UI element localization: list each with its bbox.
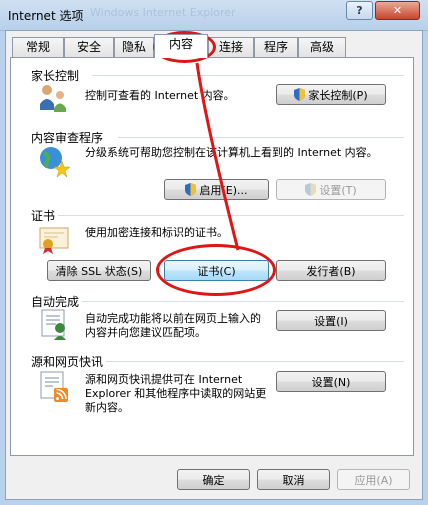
autocomplete-form-icon: [41, 309, 66, 340]
clear-ssl-state-button[interactable]: 清除 SSL 状态(S): [47, 260, 151, 281]
annotation-ellipse-certificates: [156, 244, 276, 296]
autocomplete-settings-button[interactable]: 设置(I): [276, 310, 386, 331]
parental-control-icon: [40, 85, 66, 112]
feeds-description: 源和网页快讯提供可在 Internet Explorer 和其他程序中读取的网站…: [85, 373, 267, 414]
certificates-separator: [58, 215, 404, 216]
advisor-description: 分级系统可帮助您控制在该计算机上看到的 Internet 内容。: [85, 146, 378, 159]
tab-security[interactable]: 安全: [64, 37, 114, 57]
uac-shield-icon: [185, 183, 197, 196]
parental-description: 控制可查看的 Internet 内容。: [85, 89, 235, 102]
feeds-rss-icon: [40, 371, 68, 402]
tab-privacy[interactable]: 隐私: [114, 37, 154, 57]
content-advisor-globe-icon: [40, 147, 70, 177]
ok-button[interactable]: 确定: [177, 469, 250, 490]
certificate-icon: [39, 227, 69, 254]
window-title: Internet 选项: [8, 9, 84, 23]
autocomplete-description: 自动完成功能将以前在网页上输入的内容并向您建议匹配项。: [85, 312, 261, 339]
help-button[interactable]: ?: [346, 1, 373, 20]
parental-control-button-label: 家长控制(P): [308, 88, 368, 102]
parental-separator: [92, 75, 404, 76]
title-bar: Internet 选项 Windows Internet Explorer ? …: [0, 0, 428, 31]
advisor-settings-button-label: 设置(T): [319, 183, 357, 197]
tab-advanced[interactable]: 高级: [298, 37, 346, 57]
tab-programs[interactable]: 程序: [254, 37, 298, 57]
advisor-separator: [118, 137, 404, 138]
publishers-button[interactable]: 发行者(B): [276, 260, 386, 281]
uac-shield-icon: [294, 88, 306, 101]
uac-shield-icon: [305, 183, 317, 196]
close-button[interactable]: ✕: [375, 1, 420, 20]
tab-content[interactable]: 内容: [154, 34, 208, 58]
advisor-enable-button-label: 启用(E)...: [199, 183, 248, 197]
feeds-settings-button[interactable]: 设置(N): [276, 371, 386, 392]
apply-button[interactable]: 应用(A): [337, 469, 410, 490]
advisor-enable-button[interactable]: 启用(E)...: [164, 179, 269, 200]
certificates-description: 使用加密连接和标识的证书。: [85, 226, 228, 239]
feeds-heading: 源和网页快讯: [31, 355, 104, 369]
tab-general[interactable]: 常规: [12, 37, 64, 57]
advisor-heading: 内容审查程序: [31, 131, 104, 145]
advisor-settings-button[interactable]: 设置(T): [276, 179, 386, 200]
feeds-separator: [106, 361, 404, 362]
background-window-title: Windows Internet Explorer: [90, 6, 236, 19]
certificates-heading: 证书: [31, 209, 56, 223]
parental-control-button[interactable]: 家长控制(P): [276, 84, 386, 105]
cancel-button[interactable]: 取消: [257, 469, 330, 490]
autocomplete-separator: [82, 301, 404, 302]
